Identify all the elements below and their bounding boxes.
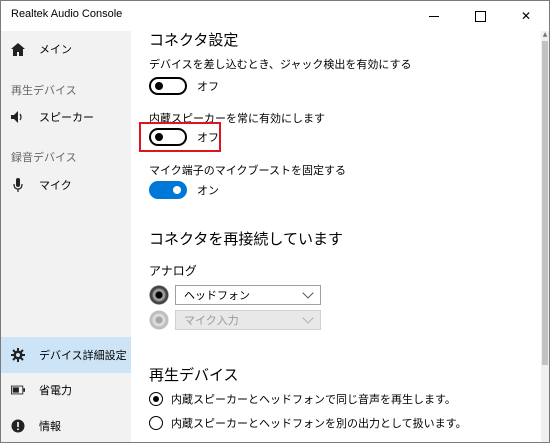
battery-icon: [11, 383, 25, 397]
connector-settings-title: コネクタ設定: [149, 31, 239, 49]
sidebar-item-label: スピーカー: [39, 111, 94, 124]
audio-jack-icon: [149, 285, 169, 305]
sidebar: メイン 再生デバイス スピーカー 録音デバイス マイク デバイス詳細設定 省電力…: [1, 31, 131, 442]
minimize-button[interactable]: [411, 1, 457, 31]
radio-separate-output[interactable]: 内蔵スピーカーとヘッドフォンを別の出力として扱います。: [149, 415, 467, 431]
sidebar-item-mic[interactable]: マイク: [1, 167, 131, 203]
vertical-scrollbar[interactable]: ▲: [541, 31, 549, 442]
sidebar-item-speaker[interactable]: スピーカー: [1, 99, 131, 135]
radio-label: 内蔵スピーカーとヘッドフォンを別の出力として扱います。: [171, 417, 467, 430]
sidebar-item-main[interactable]: メイン: [1, 31, 131, 67]
gear-icon: [11, 348, 25, 362]
mic-jack-select: マイク入力: [175, 310, 321, 330]
jack-detection-toggle[interactable]: [149, 77, 187, 95]
sidebar-item-label: 情報: [39, 420, 61, 433]
mic-boost-label: マイク端子のマイクブーストを固定する: [149, 164, 347, 177]
toggle-knob: [155, 82, 163, 90]
maximize-button[interactable]: [457, 1, 503, 31]
radio-button[interactable]: [149, 416, 163, 430]
scroll-thumb[interactable]: [542, 41, 548, 365]
toggle-knob: [173, 186, 181, 194]
sidebar-item-info[interactable]: 情報: [1, 408, 131, 442]
close-button[interactable]: ✕: [503, 1, 549, 31]
sidebar-item-label: マイク: [39, 179, 72, 192]
sidebar-item-label: メイン: [39, 43, 72, 56]
radio-button[interactable]: [149, 392, 163, 406]
app-window: Realtek Audio Console ✕ メイン 再生デバイス スピーカー…: [0, 0, 550, 443]
title-bar: Realtek Audio Console ✕: [1, 1, 549, 31]
mic-boost-toggle-row[interactable]: オン: [149, 181, 219, 199]
microphone-icon: [11, 178, 25, 192]
scroll-up-icon[interactable]: ▲: [541, 31, 549, 39]
sidebar-item-label: 省電力: [39, 384, 72, 397]
home-icon: [11, 42, 25, 56]
radio-same-audio[interactable]: 内蔵スピーカーとヘッドフォンで同じ音声を再生します。: [149, 391, 456, 407]
jack-row-mic: マイク入力: [149, 310, 321, 330]
close-icon: ✕: [520, 9, 532, 23]
radio-label: 内蔵スピーカーとヘッドフォンで同じ音声を再生します。: [171, 393, 456, 406]
jack-detection-label: デバイスを差し込むとき、ジャック検出を有効にする: [149, 58, 412, 71]
analog-label: アナログ: [149, 264, 197, 278]
chevron-down-icon: [302, 312, 314, 324]
minimize-icon: [429, 15, 439, 17]
recording-devices-header: 録音デバイス: [11, 151, 77, 164]
reconnect-title: コネクタを再接続しています: [149, 230, 343, 248]
audio-jack-icon: [149, 310, 169, 330]
jack-detection-toggle-row[interactable]: オフ: [149, 77, 219, 95]
toggle-state-text: オン: [197, 184, 219, 197]
playback-devices-title: 再生デバイス: [149, 366, 239, 384]
window-title: Realtek Audio Console: [11, 8, 123, 20]
mic-boost-toggle[interactable]: [149, 181, 187, 199]
sidebar-item-advanced[interactable]: デバイス詳細設定: [1, 337, 131, 373]
playback-devices-header: 再生デバイス: [11, 84, 77, 97]
toggle-state-text: オフ: [197, 80, 219, 93]
select-value: ヘッドフォン: [184, 289, 250, 302]
speaker-icon: [11, 110, 25, 124]
maximize-icon: [474, 10, 486, 22]
jack-row-headphone: ヘッドフォン: [149, 285, 321, 305]
chevron-down-icon: [302, 287, 314, 299]
main-panel: コネクタ設定 デバイスを差し込むとき、ジャック検出を有効にする オフ 内蔵スピー…: [131, 31, 541, 442]
select-value: マイク入力: [184, 314, 239, 327]
sidebar-item-label: デバイス詳細設定: [39, 349, 127, 362]
headphone-jack-select[interactable]: ヘッドフォン: [175, 285, 321, 305]
info-icon: [11, 419, 25, 433]
highlight-box: [139, 122, 221, 152]
sidebar-item-power[interactable]: 省電力: [1, 372, 131, 408]
